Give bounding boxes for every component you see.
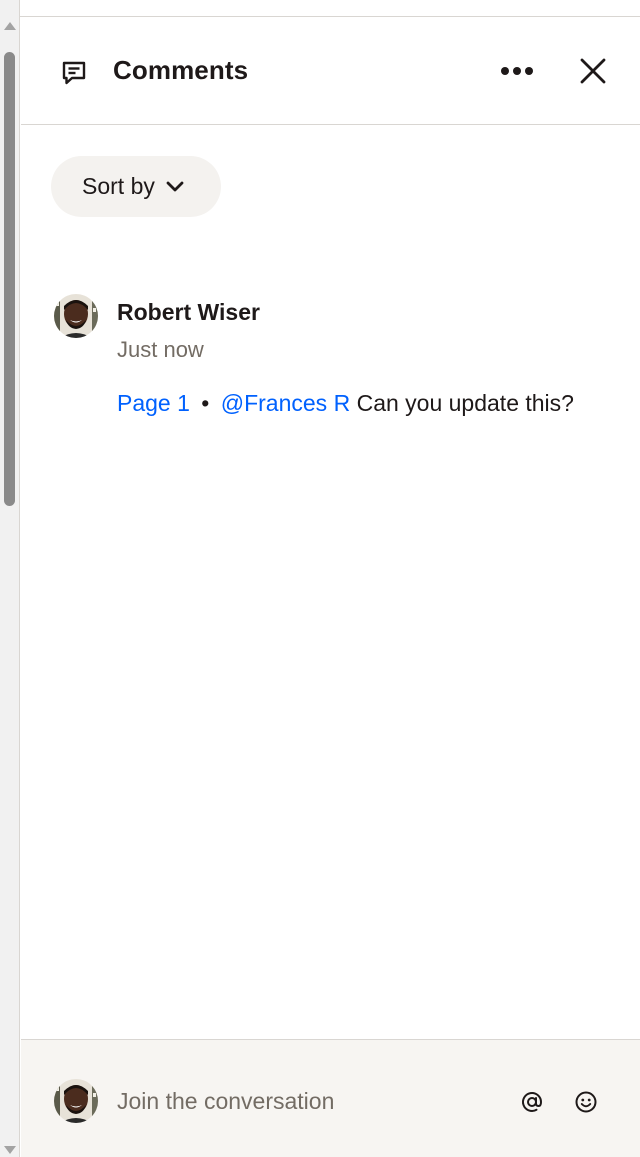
panel-title: Comments (113, 55, 249, 85)
sort-by-label: Sort by (82, 173, 155, 199)
page-link[interactable]: Page 1 (117, 390, 190, 416)
avatar[interactable] (54, 294, 98, 338)
join-conversation-input[interactable] (117, 1083, 497, 1119)
close-icon (580, 58, 606, 84)
separator: • (201, 390, 210, 416)
comment-icon (62, 61, 86, 85)
scroll-down-arrow-icon[interactable] (4, 1146, 16, 1154)
chevron-down-icon (166, 181, 184, 191)
comment-text: Can you update this? (356, 390, 574, 416)
comment-timestamp: Just now (117, 337, 204, 362)
at-sign-icon (522, 1092, 543, 1112)
scroll-up-arrow-icon[interactable] (4, 22, 16, 30)
more-options-button[interactable] (495, 53, 539, 89)
current-user-avatar (54, 1079, 98, 1123)
vertical-scrollbar[interactable] (0, 0, 20, 1157)
more-horizontal-icon (501, 67, 533, 75)
emoji-button[interactable] (571, 1087, 601, 1117)
smiley-icon (575, 1091, 597, 1113)
avatar-image (54, 1079, 98, 1123)
avatar-image (54, 294, 98, 338)
mention-link[interactable]: @Frances R (221, 390, 350, 416)
comment-author[interactable]: Robert Wiser (117, 299, 260, 326)
mention-button[interactable] (517, 1087, 547, 1117)
comment-body: Page 1 • @Frances R Can you update this? (117, 390, 574, 417)
close-panel-button[interactable] (573, 51, 613, 91)
sort-by-button[interactable]: Sort by (51, 156, 221, 217)
comments-header: Comments (21, 17, 640, 125)
scrollbar-thumb[interactable] (4, 52, 15, 506)
